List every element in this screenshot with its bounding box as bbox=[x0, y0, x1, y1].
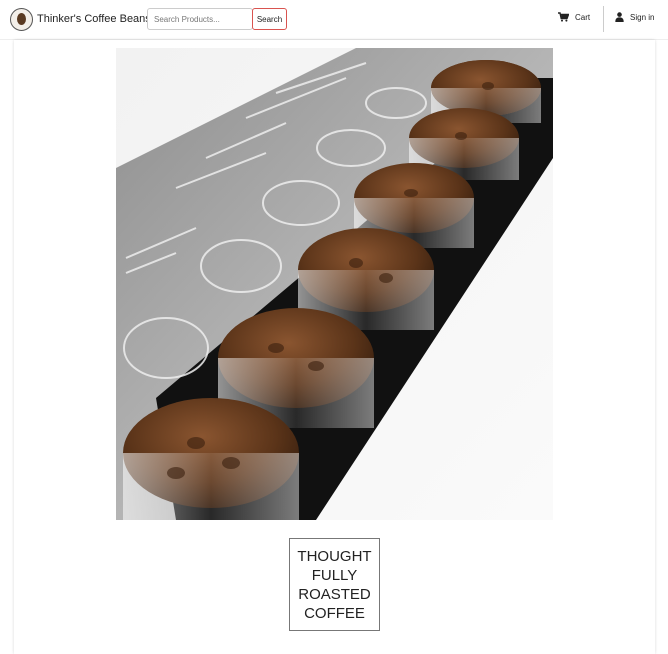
cart-link[interactable]: Cart bbox=[558, 12, 590, 22]
tagline-line: THOUGHT bbox=[297, 547, 372, 565]
brand-name: Thinker's Coffee Beans bbox=[37, 13, 151, 25]
cart-label: Cart bbox=[575, 12, 591, 22]
hero-image bbox=[116, 48, 553, 520]
tagline-line: COFFEE bbox=[304, 604, 365, 622]
signin-link[interactable]: Sign in bbox=[615, 12, 654, 22]
navbar: Thinker's Coffee Beans Search Cart Sign … bbox=[0, 0, 668, 40]
tagline-box: THOUGHT FULLY ROASTED COFFEE bbox=[289, 538, 380, 631]
nav-divider bbox=[603, 6, 604, 32]
coffee-bean-logo-icon bbox=[10, 7, 33, 31]
cart-icon bbox=[558, 12, 569, 22]
tagline-line: ROASTED bbox=[298, 585, 371, 603]
brand-link[interactable]: Thinker's Coffee Beans bbox=[10, 7, 151, 31]
search-button[interactable]: Search bbox=[252, 8, 287, 30]
tagline-line: FULLY bbox=[311, 566, 358, 584]
coffee-flight-photo bbox=[116, 48, 553, 520]
signin-label: Sign in bbox=[630, 12, 655, 22]
search-input[interactable] bbox=[147, 8, 253, 30]
user-icon bbox=[615, 12, 624, 22]
